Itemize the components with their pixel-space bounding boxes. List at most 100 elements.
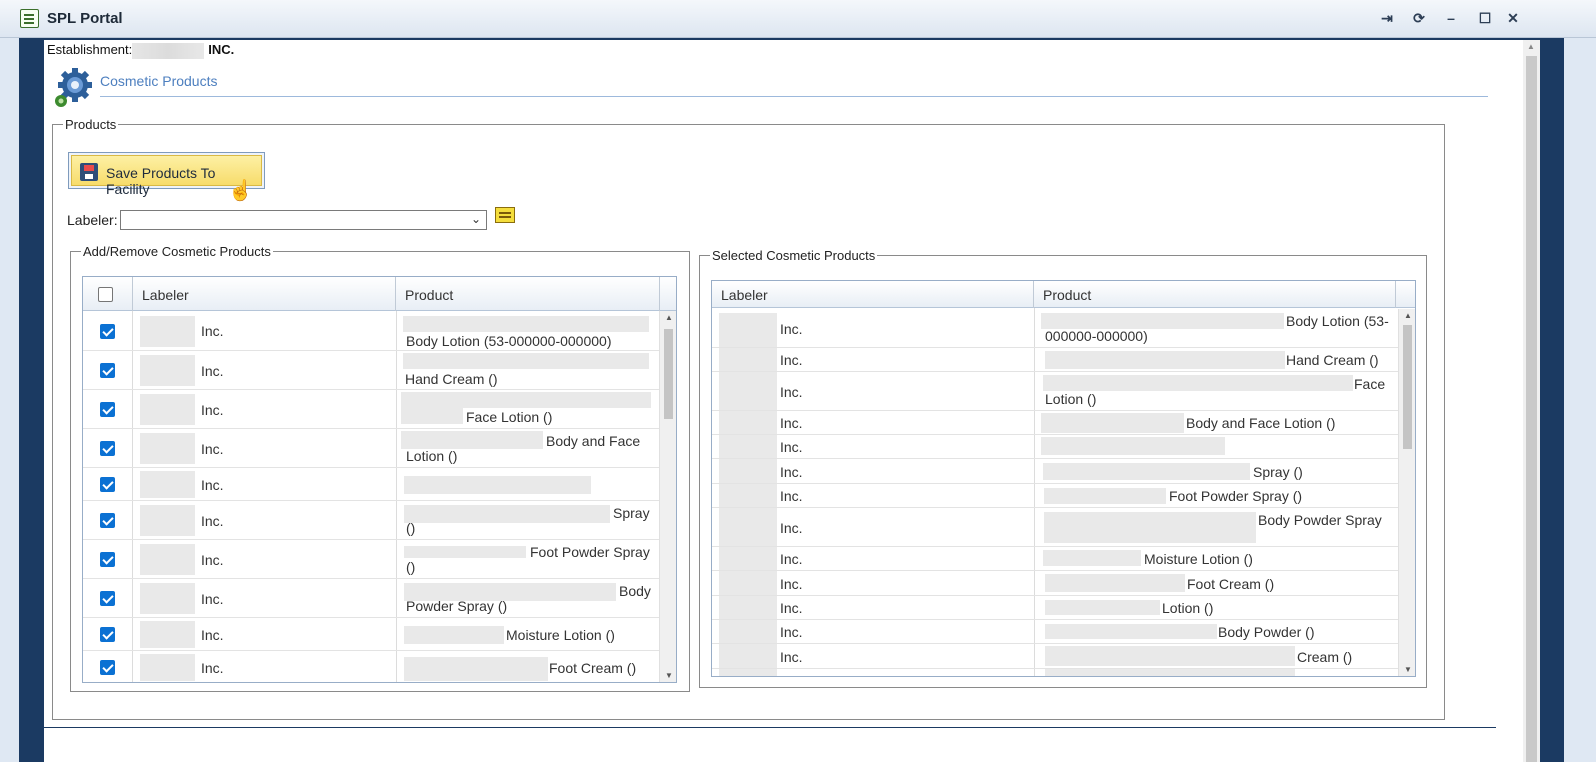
row-product-cont: Lotion () — [406, 448, 458, 464]
grid-header: Labeler Product — [712, 281, 1415, 308]
row-product: Face — [1354, 376, 1386, 392]
section-divider — [100, 96, 1488, 97]
table-row[interactable]: Inc. Body Powder () — [712, 620, 1415, 644]
row-labeler: Inc. — [780, 415, 803, 431]
table-row[interactable]: Inc. — [83, 468, 676, 501]
row-product: Foot Cream () — [549, 660, 637, 676]
row-product: Body and Face Lotion () — [1186, 415, 1336, 431]
select-all-checkbox[interactable] — [98, 287, 113, 302]
table-row[interactable]: Inc. Face Lotion () — [83, 390, 676, 429]
column-header-labeler[interactable]: Labeler — [133, 277, 396, 311]
table-row[interactable]: Inc. Body Powder Spray () — [83, 579, 676, 618]
grid-header: Labeler Product — [83, 277, 676, 311]
row-checkbox[interactable] — [100, 402, 115, 417]
row-product: Body and Face — [546, 433, 641, 449]
bottom-divider — [44, 727, 1496, 728]
column-header-product[interactable]: Product — [396, 277, 660, 311]
row-labeler: Inc. — [780, 551, 803, 567]
redacted-name — [132, 42, 205, 59]
table-row[interactable]: Inc. Body Lotion (53-000000-000000) — [83, 312, 676, 351]
table-row[interactable]: Inc. Foot Cream () — [83, 651, 676, 682]
scroll-down-icon[interactable]: ▼ — [1404, 665, 1412, 674]
table-row[interactable]: Inc. Body and Face Lotion () — [712, 411, 1415, 435]
row-labeler: Inc. — [201, 552, 224, 568]
select-all-header — [83, 277, 133, 311]
scroll-up-icon[interactable]: ▲ — [1404, 311, 1412, 320]
table-row[interactable]: Inc. Lotion () — [712, 596, 1415, 620]
table-row[interactable]: Inc. Spray () — [712, 459, 1415, 484]
pin-icon[interactable]: ⇥ — [1376, 10, 1398, 28]
row-checkbox[interactable] — [100, 324, 115, 339]
scroll-up-icon[interactable]: ▲ — [665, 313, 673, 322]
grid-scrollbar[interactable]: ▲ ▼ — [659, 311, 676, 682]
table-row[interactable]: Inc. — [712, 435, 1415, 459]
row-labeler: Inc. — [780, 576, 803, 592]
table-row[interactable]: Inc. Foot Cream () — [712, 571, 1415, 596]
row-labeler: Inc. — [201, 591, 224, 607]
row-checkbox[interactable] — [100, 552, 115, 567]
table-row[interactable]: Inc. Cream () — [712, 644, 1415, 669]
grid-scroll-thumb[interactable] — [1403, 325, 1412, 449]
scroll-down-icon[interactable]: ▼ — [665, 671, 673, 680]
table-row[interactable]: Inc. Face Lotion () — [712, 372, 1415, 411]
app-icon — [20, 9, 39, 28]
row-checkbox[interactable] — [100, 513, 115, 528]
row-labeler: Inc. — [201, 660, 224, 676]
maximize-icon[interactable]: ☐ — [1474, 10, 1496, 28]
grid-scrollbar[interactable]: ▲ ▼ — [1398, 309, 1415, 676]
table-row[interactable]: Inc. Moisture Lotion () — [712, 547, 1415, 571]
grid-scroll-thumb[interactable] — [664, 329, 673, 419]
table-row[interactable]: Inc. Body Lotion (53- 000000-000000) — [712, 309, 1415, 348]
row-labeler: Inc. — [780, 384, 803, 400]
row-product: Hand Cream () — [405, 371, 498, 387]
table-row[interactable] — [712, 669, 1415, 676]
row-labeler: Inc. — [201, 323, 224, 339]
labeler-select[interactable]: ⌄ — [120, 210, 487, 230]
close-icon[interactable]: ✕ — [1502, 10, 1524, 28]
row-checkbox[interactable] — [100, 627, 115, 642]
row-product-cont: 000000-000000) — [1045, 328, 1148, 344]
row-labeler: Inc. — [201, 513, 224, 529]
table-row[interactable]: Inc. Foot Powder Spray () — [83, 540, 676, 579]
section-title: Cosmetic Products — [100, 73, 218, 89]
selected-legend: Selected Cosmetic Products — [712, 248, 876, 263]
row-checkbox[interactable] — [100, 477, 115, 492]
row-checkbox[interactable] — [100, 591, 115, 606]
row-product: Spray () — [1253, 464, 1303, 480]
table-row[interactable]: Inc. Body and Face Lotion () — [83, 429, 676, 468]
column-header-product[interactable]: Product — [1034, 281, 1396, 308]
row-labeler: Inc. — [780, 600, 803, 616]
establishment-line: Establishment: INC. — [47, 42, 234, 59]
hand-cursor-icon: ☝ — [228, 180, 253, 202]
table-row[interactable]: Inc. Moisture Lotion () — [83, 618, 676, 651]
row-labeler: Inc. — [780, 352, 803, 368]
row-checkbox[interactable] — [100, 660, 115, 675]
row-labeler: Inc. — [201, 402, 224, 418]
table-row[interactable]: Inc. Body Powder Spray — [712, 508, 1415, 547]
refresh-icon[interactable]: ⟳ — [1408, 10, 1430, 28]
table-row[interactable]: Inc. Hand Cream () — [83, 351, 676, 390]
row-labeler: Inc. — [780, 649, 803, 665]
chevron-down-icon: ⌄ — [470, 212, 481, 226]
row-checkbox[interactable] — [100, 363, 115, 378]
row-product: Foot Powder Spray — [530, 544, 650, 560]
page-scroll-thumb[interactable] — [1526, 56, 1537, 762]
row-checkbox[interactable] — [100, 441, 115, 456]
table-row[interactable]: Inc. Foot Powder Spray () — [712, 484, 1415, 508]
page-scrollbar[interactable]: ▲ — [1523, 40, 1540, 762]
note-icon[interactable] — [495, 207, 515, 223]
row-labeler: Inc. — [780, 488, 803, 504]
row-product: Body Lotion (53-000000-000000) — [406, 333, 612, 349]
row-labeler: Inc. — [780, 321, 803, 337]
row-product: Foot Powder Spray () — [1169, 488, 1303, 504]
table-row[interactable]: Inc. Hand Cream () — [712, 348, 1415, 372]
minimize-icon[interactable]: – — [1440, 10, 1462, 28]
row-product: Hand Cream () — [1286, 352, 1379, 368]
labeler-label: Labeler: — [67, 212, 118, 228]
add-remove-grid: Labeler Product Inc. Body Lotion (53-000… — [82, 276, 677, 683]
column-header-labeler[interactable]: Labeler — [712, 281, 1034, 308]
row-product-cont: () — [406, 559, 416, 575]
scroll-up-icon[interactable]: ▲ — [1527, 42, 1535, 51]
table-row[interactable]: Inc. Spray () — [83, 501, 676, 540]
row-product: Body Powder () — [1218, 624, 1315, 640]
